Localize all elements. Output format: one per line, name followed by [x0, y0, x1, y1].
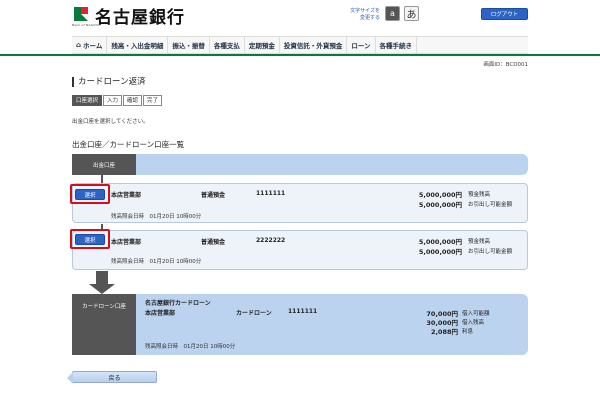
nav-item-loan[interactable]: ローン — [347, 37, 376, 53]
account-number: 1111111 — [256, 190, 286, 197]
account-inquiry-time: 残高照会日時 01月20日 10時00分 — [111, 259, 202, 265]
account-balance-label: 預金残高 — [468, 192, 491, 198]
select-account-2-button[interactable]: 選択 — [75, 234, 105, 245]
loan-account-card: 名古屋銀行カードローン 本店営業部 カードローン 1111111 70,000円… — [136, 294, 528, 355]
select-highlight: 選択 — [70, 184, 110, 204]
nav-item-investment[interactable]: 投資信託・外貨預金 — [280, 37, 348, 53]
account-available: 5,000,000円 — [418, 248, 462, 256]
account-balance: 5,000,000円 — [418, 238, 462, 246]
back-button[interactable]: 戻る — [67, 371, 157, 384]
nav-item-balance[interactable]: 残高・入出金明細 — [107, 37, 169, 53]
loan-inquiry-time: 残高照会日時 01月20日 10時00分 — [145, 344, 236, 350]
account-branch: 本店営業部 — [111, 192, 142, 199]
step-complete: 完了 — [143, 95, 163, 106]
bank-name: 名古屋銀行 — [95, 8, 185, 28]
bank-logo-icon — [72, 5, 90, 23]
nav-divider — [0, 54, 600, 56]
select-account-1-button[interactable]: 選択 — [75, 189, 105, 200]
connector-line — [101, 175, 103, 183]
source-account-header: 出金口座 — [72, 154, 136, 175]
loan-limit-label: 借入可能額 — [462, 311, 490, 317]
account-number: 2222222 — [256, 237, 286, 244]
down-arrow-icon — [96, 271, 108, 285]
section-title: 出金口座／カードローン口座一覧 — [72, 140, 185, 149]
loan-account-header: カードローン口座 — [72, 294, 136, 355]
account-inquiry-time: 残高照会日時 01月20日 10時00分 — [111, 214, 202, 220]
nav-item-label: ホーム — [83, 42, 103, 50]
account-balance-label: 預金残高 — [468, 239, 491, 245]
loan-branch: 本店営業部 — [145, 310, 176, 317]
font-size-label-line1: 文字サイズを — [350, 8, 380, 14]
screen-id: 画面ID：BCD001 — [483, 62, 528, 68]
step-indicator: 口座選択 入力 確認 完了 — [72, 95, 163, 106]
logout-button[interactable]: ログアウト — [481, 8, 528, 20]
account-card-2: 選択 本店営業部 普通預金 2222222 5,000,000円 預金残高 5,… — [70, 229, 528, 270]
account-available-label: お引出し可能金額 — [468, 249, 513, 255]
account-type: 普通預金 — [201, 192, 226, 199]
nav-item-home[interactable]: ⌂ ホーム — [72, 37, 108, 53]
account-branch: 本店営業部 — [111, 239, 142, 246]
page-title: カードローン返済 — [72, 77, 146, 87]
font-large-button[interactable]: あ — [404, 6, 419, 21]
nav-item-transfer[interactable]: 振込・振替 — [168, 37, 210, 53]
header: Bank of NAGOYA 名古屋銀行 文字サイズを 変更する a あ ログア… — [0, 0, 600, 34]
font-size-label: 文字サイズを 変更する — [345, 8, 380, 22]
nav-item-payment[interactable]: 各種支払 — [210, 37, 245, 53]
account-available: 5,000,000円 — [418, 201, 462, 209]
select-highlight: 選択 — [70, 229, 110, 249]
step-confirm: 確認 — [123, 95, 143, 106]
loan-interest-label: 利息 — [462, 329, 474, 335]
loan-number: 1111111 — [288, 308, 318, 315]
loan-balance-label: 借入残高 — [462, 320, 485, 326]
loan-interest: 2,088円 — [430, 328, 458, 336]
home-icon: ⌂ — [76, 41, 82, 49]
step-input: 入力 — [103, 95, 123, 106]
account-type: 普通預金 — [201, 239, 226, 246]
source-account-header-band — [136, 154, 528, 175]
font-small-button[interactable]: a — [385, 6, 400, 21]
loan-product-name: 名古屋銀行カードローン — [145, 300, 211, 307]
down-arrow-head-icon — [89, 284, 115, 294]
nav-item-procedures[interactable]: 各種手続き — [376, 37, 418, 53]
loan-type: カードローン — [236, 310, 272, 317]
font-size-label-line2: 変更する — [359, 15, 380, 21]
nav-item-time-deposit[interactable]: 定期預金 — [245, 37, 280, 53]
account-balance: 5,000,000円 — [418, 191, 462, 199]
global-nav: ⌂ ホーム 残高・入出金明細 振込・振替 各種支払 定期預金 投資信託・外貨預金… — [72, 36, 528, 54]
step-select-account: 口座選択 — [72, 95, 103, 106]
account-card-1: 選択 本店営業部 普通預金 1111111 5,000,000円 預金残高 5,… — [70, 183, 528, 223]
account-available-label: お引出し可能金額 — [468, 202, 513, 208]
instruction-text: 出金口座を選択してください。 — [72, 119, 149, 125]
